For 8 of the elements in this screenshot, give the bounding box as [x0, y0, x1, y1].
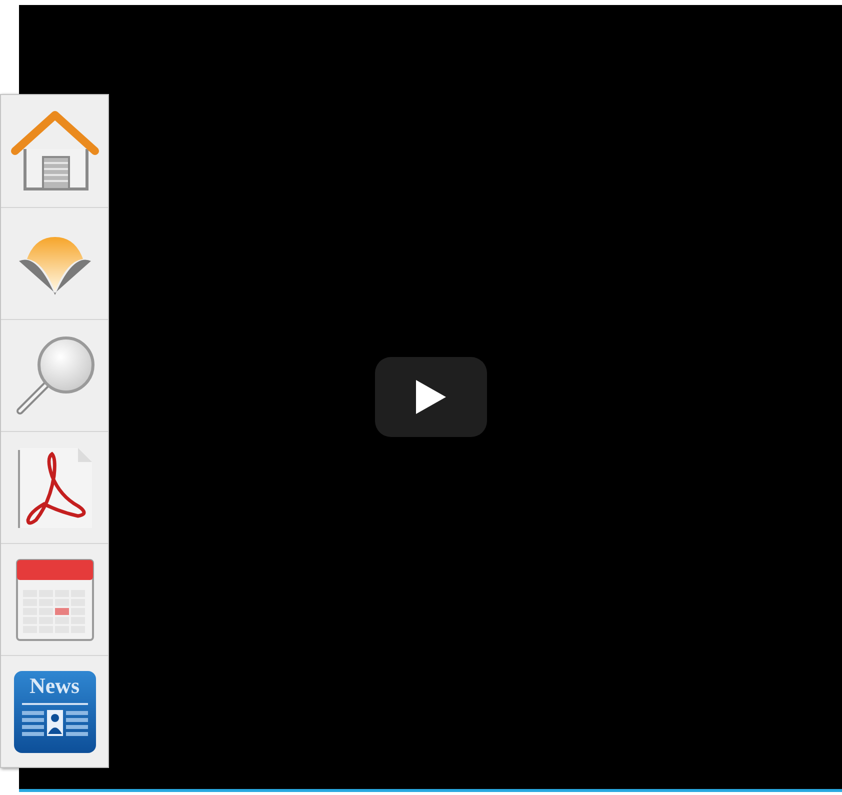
pdf-document-icon [16, 446, 94, 530]
news-button[interactable]: News [1, 655, 108, 767]
house-icon [10, 109, 98, 193]
calendar-icon [14, 558, 94, 642]
play-button[interactable] [374, 357, 486, 437]
play-icon [416, 380, 446, 414]
news-logo-text: News [29, 674, 80, 696]
video-player[interactable] [19, 5, 842, 792]
